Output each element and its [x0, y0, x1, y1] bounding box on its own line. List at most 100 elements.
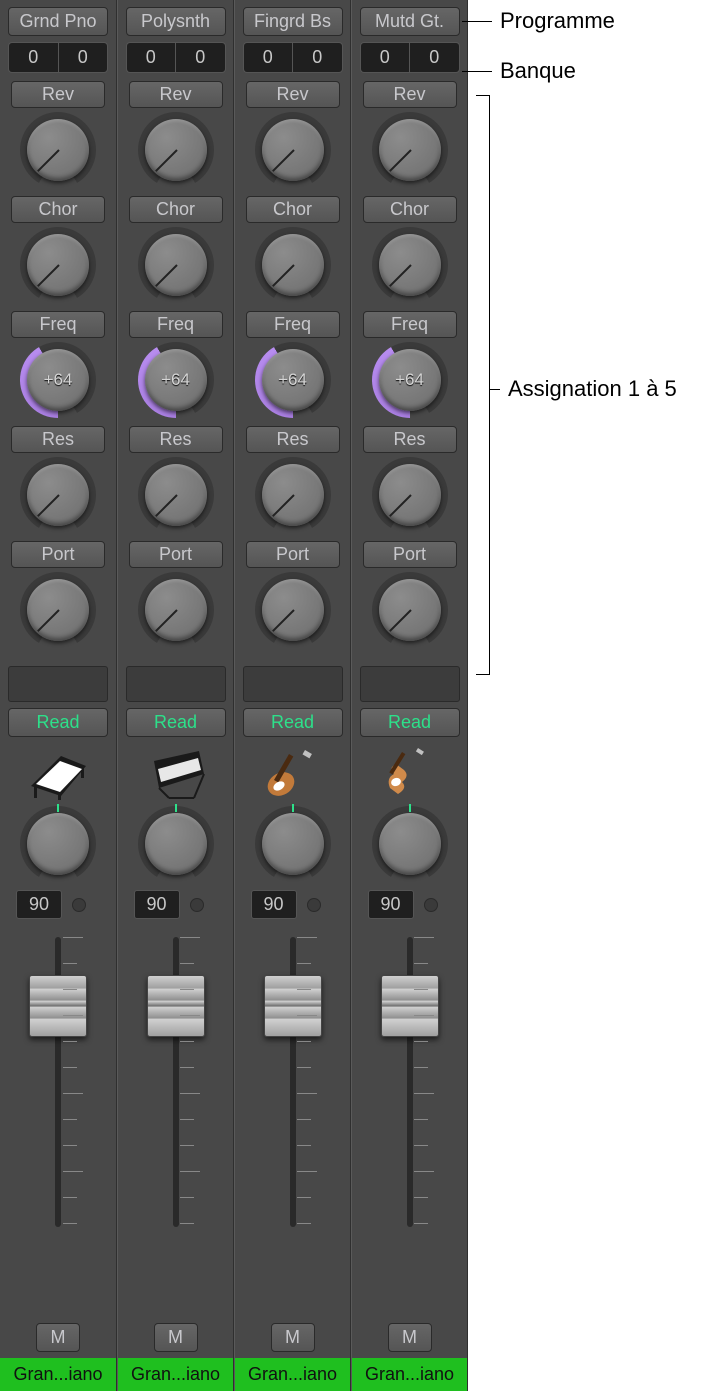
bank-lsb[interactable]: 0 [409, 42, 460, 73]
channel-strip: Polysnth 00 Rev Chor Freq +64 Res Port Read 90 M Gr… [117, 0, 234, 1391]
empty-insert-slot[interactable] [360, 666, 460, 702]
assign-label-button[interactable]: Port [363, 541, 457, 568]
assign-slot: Rev [129, 81, 223, 188]
volume-value[interactable]: 90 [134, 890, 180, 919]
assign-slot: Res [363, 426, 457, 533]
plain-knob[interactable] [372, 457, 448, 533]
empty-insert-slot[interactable] [243, 666, 343, 702]
plain-knob[interactable] [255, 572, 331, 648]
plain-knob[interactable] [20, 572, 96, 648]
plain-knob[interactable] [255, 227, 331, 303]
assign-label-button[interactable]: Chor [129, 196, 223, 223]
assign-label-button[interactable]: Port [11, 541, 105, 568]
bank-selector: 00 [360, 42, 460, 73]
track-name-field[interactable]: Gran...iano [118, 1358, 233, 1391]
guitar-icon[interactable] [375, 745, 445, 800]
volume-readout-row: 90 [126, 890, 226, 919]
empty-insert-slot[interactable] [8, 666, 108, 702]
plain-knob[interactable] [138, 112, 214, 188]
volume-value[interactable]: 90 [16, 890, 62, 919]
bank-selector: 00 [126, 42, 226, 73]
program-button[interactable]: Mutd Gt. [360, 7, 460, 36]
assign-slot: Res [129, 426, 223, 533]
automation-read-button[interactable]: Read [360, 708, 460, 737]
bank-msb[interactable]: 0 [126, 42, 176, 73]
automation-read-button[interactable]: Read [243, 708, 343, 737]
plain-knob[interactable] [372, 227, 448, 303]
plain-knob[interactable] [20, 457, 96, 533]
bank-msb[interactable]: 0 [8, 42, 58, 73]
program-button[interactable]: Grnd Pno [8, 7, 108, 36]
automation-read-button[interactable]: Read [8, 708, 108, 737]
freq-knob[interactable]: +64 [138, 342, 214, 418]
channel-strip: Mutd Gt. 00 Rev Chor Freq +64 Res Port Read 90 M Gr… [351, 0, 468, 1391]
assign-label-button[interactable]: Chor [11, 196, 105, 223]
assign-label-button[interactable]: Res [363, 426, 457, 453]
assign-label-button[interactable]: Chor [246, 196, 340, 223]
mute-button[interactable]: M [271, 1323, 315, 1352]
track-name-field[interactable]: Gran...iano [235, 1358, 350, 1391]
pan-knob[interactable] [372, 806, 448, 882]
bank-msb[interactable]: 0 [360, 42, 410, 73]
assign-label-button[interactable]: Res [11, 426, 105, 453]
freq-knob[interactable]: +64 [255, 342, 331, 418]
assign-label-button[interactable]: Freq [129, 311, 223, 338]
volume-readout-row: 90 [360, 890, 460, 919]
assign-slot: Freq +64 [11, 311, 105, 418]
volume-value[interactable]: 90 [368, 890, 414, 919]
program-button[interactable]: Fingrd Bs [243, 7, 343, 36]
piano-icon[interactable] [23, 745, 93, 800]
plain-knob[interactable] [372, 572, 448, 648]
mute-button[interactable]: M [388, 1323, 432, 1352]
mute-button[interactable]: M [36, 1323, 80, 1352]
assign-slot: Freq +64 [246, 311, 340, 418]
volume-readout-row: 90 [8, 890, 108, 919]
bank-lsb[interactable]: 0 [58, 42, 109, 73]
plain-knob[interactable] [255, 112, 331, 188]
assign-label-button[interactable]: Rev [246, 81, 340, 108]
plain-knob[interactable] [20, 227, 96, 303]
plain-knob[interactable] [138, 572, 214, 648]
bank-lsb[interactable]: 0 [292, 42, 343, 73]
freq-knob[interactable]: +64 [372, 342, 448, 418]
plain-knob[interactable] [20, 112, 96, 188]
bank-lsb[interactable]: 0 [175, 42, 226, 73]
program-button[interactable]: Polysnth [126, 7, 226, 36]
track-name-field[interactable]: Gran...iano [0, 1358, 116, 1391]
fader[interactable] [235, 937, 350, 1313]
assign-label-button[interactable]: Freq [363, 311, 457, 338]
assign-label-button[interactable]: Chor [363, 196, 457, 223]
bank-msb[interactable]: 0 [243, 42, 293, 73]
plain-knob[interactable] [138, 457, 214, 533]
mute-button[interactable]: M [154, 1323, 198, 1352]
assign-label-button[interactable]: Rev [363, 81, 457, 108]
track-name-field[interactable]: Gran...iano [352, 1358, 467, 1391]
assign-label-button[interactable]: Rev [11, 81, 105, 108]
assign-label-button[interactable]: Freq [11, 311, 105, 338]
synth-icon[interactable] [141, 745, 211, 800]
callout-assignation: Assignation 1 à 5 [490, 376, 677, 402]
assign-label-button[interactable]: Port [129, 541, 223, 568]
bass-icon[interactable] [258, 745, 328, 800]
assign-label-button[interactable]: Rev [129, 81, 223, 108]
automation-read-button[interactable]: Read [126, 708, 226, 737]
freq-knob[interactable]: +64 [20, 342, 96, 418]
plain-knob[interactable] [255, 457, 331, 533]
mixer-panel: Grnd Pno00RevChorFreq+64ResPortRead90MGr… [0, 0, 468, 1391]
assign-label-button[interactable]: Port [246, 541, 340, 568]
pan-knob[interactable] [255, 806, 331, 882]
pan-knob[interactable] [20, 806, 96, 882]
fader[interactable] [0, 937, 116, 1313]
plain-knob[interactable] [372, 112, 448, 188]
fader[interactable] [352, 937, 467, 1313]
plain-knob[interactable] [138, 227, 214, 303]
assign-label-button[interactable]: Res [246, 426, 340, 453]
peak-indicator [72, 898, 86, 912]
assign-label-button[interactable]: Freq [246, 311, 340, 338]
pan-knob[interactable] [138, 806, 214, 882]
assign-slot: Port [246, 541, 340, 648]
fader[interactable] [118, 937, 233, 1313]
empty-insert-slot[interactable] [126, 666, 226, 702]
volume-value[interactable]: 90 [251, 890, 297, 919]
assign-label-button[interactable]: Res [129, 426, 223, 453]
